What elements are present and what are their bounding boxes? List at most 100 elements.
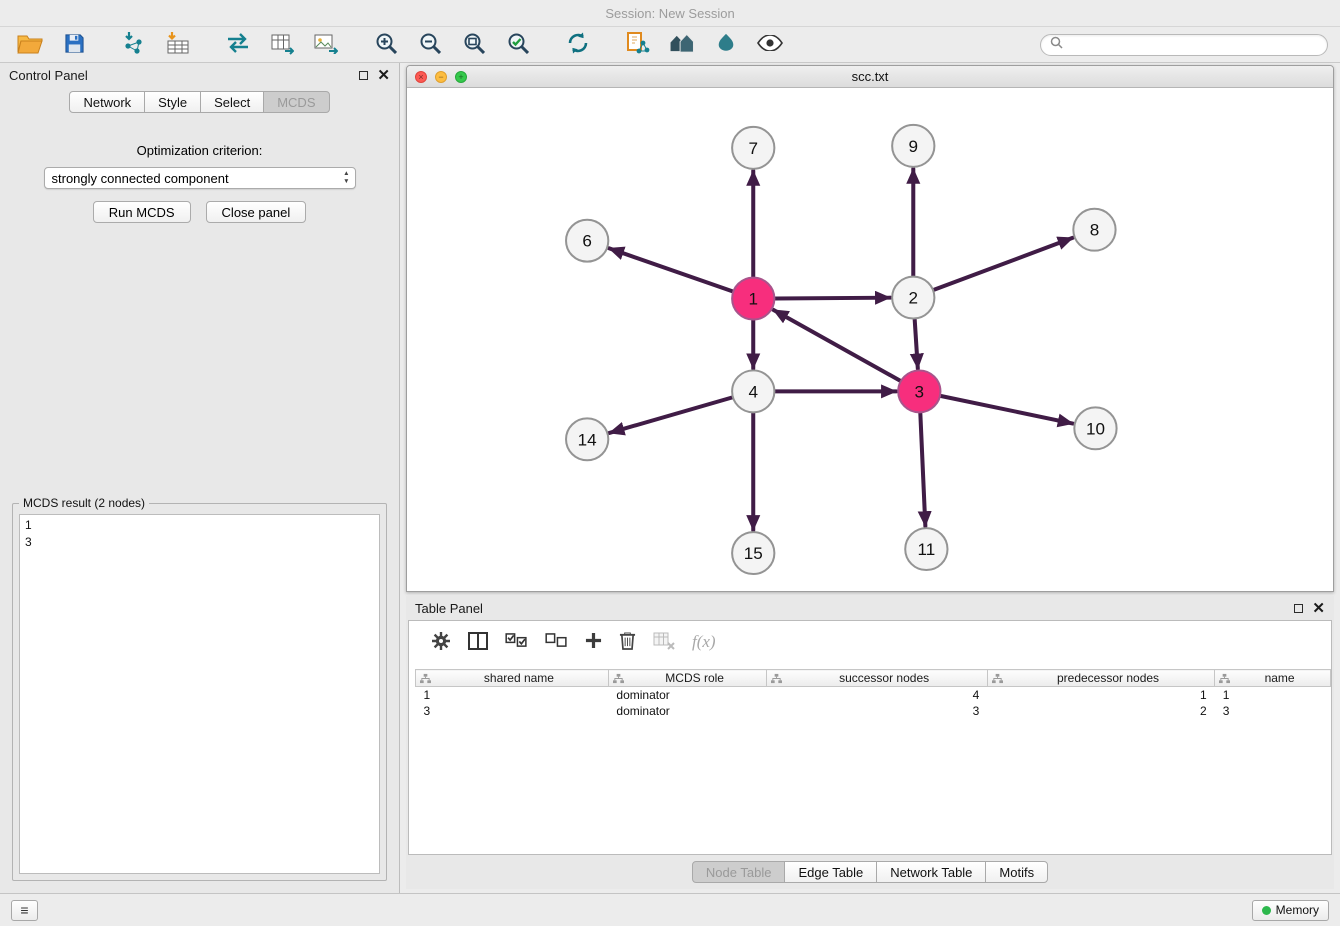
open-folder-icon xyxy=(17,33,43,57)
svg-text:1: 1 xyxy=(748,290,758,309)
network-from-url-button[interactable] xyxy=(220,30,256,60)
tab-node-table[interactable]: Node Table xyxy=(692,861,786,883)
close-panel-button[interactable]: Close panel xyxy=(206,201,307,223)
column-sort-icon xyxy=(1219,673,1230,687)
network-window-titlebar[interactable]: scc.txt × − + xyxy=(407,66,1333,88)
edge-1-2[interactable] xyxy=(775,298,890,299)
search-box xyxy=(1040,34,1328,56)
deselect-all-columns-button[interactable] xyxy=(545,633,568,651)
panel-menu-button[interactable]: ≡ xyxy=(11,900,38,921)
tab-edge-table[interactable]: Edge Table xyxy=(784,861,877,883)
node-10[interactable]: 10 xyxy=(1074,407,1116,449)
run-mcds-button[interactable]: Run MCDS xyxy=(93,201,191,223)
column-header-successor-nodes[interactable]: successor nodes xyxy=(767,670,987,687)
network-canvas[interactable]: 7 9 6 8 1 2 4 3 14 10 15 11 xyxy=(407,88,1333,591)
export-image-button[interactable] xyxy=(308,30,344,60)
import-table-button[interactable] xyxy=(160,30,196,60)
column-settings-button[interactable] xyxy=(431,631,451,654)
node-table: shared nameMCDS rolesuccessor nodesprede… xyxy=(415,669,1331,719)
node-table-head-row: shared nameMCDS rolesuccessor nodesprede… xyxy=(416,670,1331,687)
network-window: scc.txt × − + 7 9 6 8 1 2 4 3 14 10 15 11 xyxy=(406,65,1334,592)
node-4[interactable]: 4 xyxy=(732,370,774,412)
zoom-in-button[interactable] xyxy=(368,30,404,60)
zoom-window-icon[interactable]: + xyxy=(455,71,467,83)
search-input[interactable] xyxy=(1068,38,1318,52)
tab-style[interactable]: Style xyxy=(144,91,201,113)
edge-1-6[interactable] xyxy=(609,248,732,291)
tab-mcds[interactable]: MCDS xyxy=(263,91,329,113)
float-table-panel-icon[interactable] xyxy=(1294,604,1303,613)
close-window-icon[interactable]: × xyxy=(415,71,427,83)
node-2[interactable]: 2 xyxy=(892,277,934,319)
copy-view-button[interactable] xyxy=(620,30,656,60)
table-panel: Table Panel ✕ f(x) xyxy=(406,596,1334,889)
memory-button[interactable]: Memory xyxy=(1252,900,1329,921)
delete-table-button[interactable] xyxy=(653,632,675,653)
tab-network-table[interactable]: Network Table xyxy=(876,861,986,883)
edge-4-14[interactable] xyxy=(609,397,732,432)
search-icon xyxy=(1050,36,1063,54)
optimization-criterion-label: Optimization criterion: xyxy=(0,143,399,158)
refresh-view-button[interactable] xyxy=(560,30,596,60)
node-15[interactable]: 15 xyxy=(732,532,774,574)
edges-layer xyxy=(609,169,1073,530)
close-table-panel-icon[interactable]: ✕ xyxy=(1312,601,1325,616)
edge-3-1[interactable] xyxy=(773,310,900,381)
save-session-button[interactable] xyxy=(56,30,92,60)
edge-2-8[interactable] xyxy=(934,238,1073,290)
zoom-fit-button[interactable] xyxy=(456,30,492,60)
node-6[interactable]: 6 xyxy=(566,220,608,262)
optimization-criterion-select[interactable]: strongly connected component ▲▼ xyxy=(44,167,356,189)
node-9[interactable]: 9 xyxy=(892,125,934,167)
apply-style-button[interactable] xyxy=(708,30,744,60)
import-network-button[interactable] xyxy=(116,30,152,60)
node-1[interactable]: 1 xyxy=(732,278,774,320)
column-header-shared-name[interactable]: shared name xyxy=(416,670,609,687)
column-sort-icon xyxy=(420,673,431,687)
delete-columns-button[interactable] xyxy=(619,631,636,653)
view-group xyxy=(620,30,788,60)
open-file-button[interactable] xyxy=(12,30,48,60)
tab-network[interactable]: Network xyxy=(69,91,145,113)
column-header-name[interactable]: name xyxy=(1215,670,1331,687)
create-column-button[interactable] xyxy=(585,632,602,652)
column-header-predecessor-nodes[interactable]: predecessor nodes xyxy=(987,670,1214,687)
edge-3-11[interactable] xyxy=(920,413,925,526)
node-3[interactable]: 3 xyxy=(898,370,940,412)
home-button[interactable] xyxy=(664,30,700,60)
tab-motifs[interactable]: Motifs xyxy=(985,861,1048,883)
edge-2-3[interactable] xyxy=(915,320,918,369)
copy-network-icon xyxy=(626,31,650,58)
node-14[interactable]: 14 xyxy=(566,418,608,460)
node-8[interactable]: 8 xyxy=(1073,209,1115,251)
close-control-panel-icon[interactable]: ✕ xyxy=(377,68,390,83)
function-builder-button[interactable]: f(x) xyxy=(692,632,716,652)
svg-text:7: 7 xyxy=(748,139,758,158)
mcds-result-text[interactable]: 1 3 xyxy=(19,514,380,874)
split-view-button[interactable] xyxy=(468,632,488,653)
zoom-out-button[interactable] xyxy=(412,30,448,60)
minimize-window-icon[interactable]: − xyxy=(435,71,447,83)
svg-text:2: 2 xyxy=(909,289,919,308)
node-11[interactable]: 11 xyxy=(905,528,947,570)
float-control-panel-icon[interactable] xyxy=(359,71,368,80)
exchange-arrows-icon xyxy=(226,33,250,56)
zoom-selected-button[interactable] xyxy=(500,30,536,60)
table-row[interactable]: 3dominator323 xyxy=(416,703,1331,719)
zoom-group xyxy=(368,30,536,60)
tab-select[interactable]: Select xyxy=(200,91,264,113)
show-hide-details-button[interactable] xyxy=(752,30,788,60)
select-all-columns-button[interactable] xyxy=(505,633,528,651)
control-panel: Control Panel ✕ NetworkStyleSelectMCDS O… xyxy=(0,63,400,893)
control-panel-header: Control Panel ✕ xyxy=(0,63,399,87)
network-tools-group xyxy=(220,30,344,60)
gear-icon xyxy=(431,631,451,654)
selected-option-label: strongly connected component xyxy=(52,171,229,186)
table-panel-body: f(x) shared nameMCDS rolesuccessor nodes… xyxy=(408,620,1332,855)
table-from-url-button[interactable] xyxy=(264,30,300,60)
table-row[interactable]: 1dominator411 xyxy=(416,687,1331,703)
column-header-MCDS-role[interactable]: MCDS role xyxy=(608,670,766,687)
checked-boxes-icon xyxy=(505,633,528,651)
node-7[interactable]: 7 xyxy=(732,127,774,169)
edge-3-10[interactable] xyxy=(941,396,1073,424)
